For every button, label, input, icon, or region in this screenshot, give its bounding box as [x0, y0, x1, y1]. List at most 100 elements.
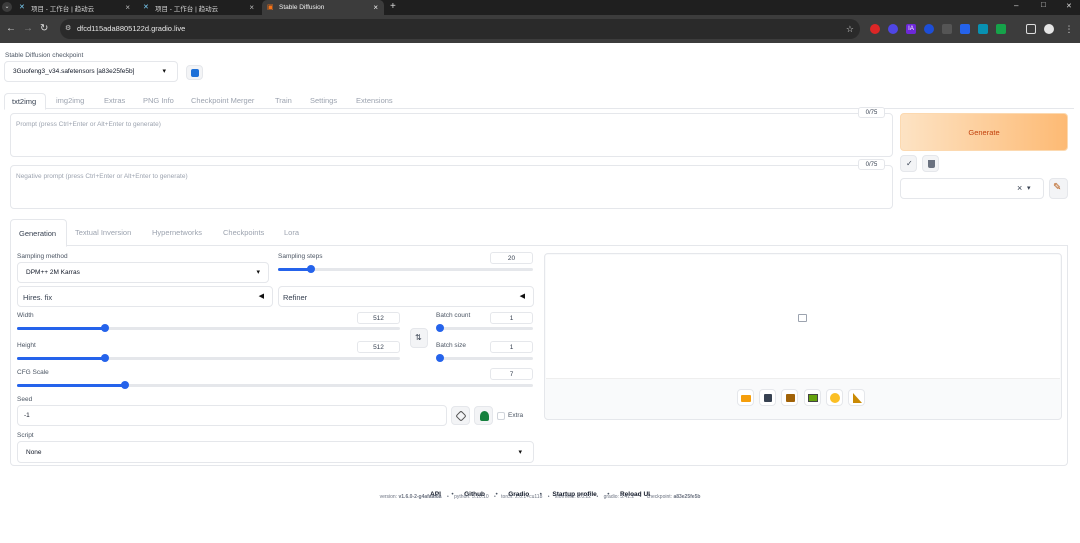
tab-img2img[interactable]: img2img — [56, 96, 84, 105]
tab-extras[interactable]: Extras — [104, 96, 125, 105]
tab-png-info[interactable]: PNG Info — [143, 96, 174, 105]
batch-size-input[interactable]: 1 — [490, 341, 533, 353]
extension-icon-5[interactable] — [942, 24, 952, 34]
extension-icon-4[interactable] — [924, 24, 934, 34]
main-tabs: txt2img img2img Extras PNG Info Checkpoi… — [4, 93, 1074, 110]
tab-search-icon[interactable]: ⌄ — [2, 2, 12, 12]
tab-train[interactable]: Train — [275, 96, 292, 105]
width-slider[interactable] — [17, 324, 400, 332]
send-to-extras-button[interactable] — [848, 389, 865, 406]
extension-icon-2[interactable] — [888, 24, 898, 34]
tab-checkpoint-merger[interactable]: Checkpoint Merger — [191, 96, 254, 105]
save-button[interactable] — [759, 389, 776, 406]
negative-prompt-placeholder: Negative prompt (press Ctrl+Enter or Alt… — [16, 173, 188, 180]
bookmark-star-icon[interactable]: ☆ — [846, 19, 854, 39]
sampling-method-dropdown[interactable]: DPM++ 2M Karras ▾ — [17, 262, 269, 283]
maximize-button[interactable]: □ — [1041, 0, 1046, 9]
recycle-icon — [480, 411, 489, 421]
browser-tab-1[interactable]: ✕ 项目 - 工作台 | 趋动云 × — [14, 0, 136, 15]
prompt-input[interactable]: Prompt (press Ctrl+Enter or Alt+Enter to… — [10, 113, 893, 157]
checkpoint-dropdown[interactable]: 3Guofeng3_v34.safetensors [a83e25fe5b] ▾ — [4, 61, 178, 82]
extension-icon-3[interactable]: IA — [906, 24, 916, 34]
sampling-method-label: Sampling method — [17, 253, 68, 260]
clear-prompt-button[interactable] — [922, 155, 939, 172]
height-slider[interactable] — [17, 354, 400, 362]
triangle-ruler-icon — [853, 393, 862, 403]
sampling-steps-slider[interactable] — [278, 265, 533, 273]
browser-tab-3-active[interactable]: ▣ Stable Diffusion × — [262, 0, 384, 15]
apply-style-button[interactable]: ✓ — [900, 155, 917, 172]
script-dropdown[interactable]: None ▾ — [17, 441, 534, 463]
extensions-puzzle-icon[interactable] — [1002, 24, 1012, 34]
minimize-button[interactable]: – — [1014, 1, 1018, 10]
browser-tab-bar: ⌄ ✕ 项目 - 工作台 | 趋动云 × ✕ 项目 - 工作台 | 趋动云 × … — [0, 0, 1080, 15]
batch-count-slider[interactable] — [436, 324, 533, 332]
site-info-icon[interactable]: ⚙ — [65, 19, 71, 39]
reuse-seed-button[interactable] — [474, 406, 493, 425]
tab-checkpoints[interactable]: Checkpoints — [223, 228, 264, 237]
new-tab-button[interactable]: + — [390, 1, 396, 12]
picture-icon — [808, 394, 818, 402]
extra-seed-label: Extra — [508, 412, 524, 419]
script-label: Script — [17, 432, 34, 439]
tab-title: 项目 - 工作台 | 趋动云 — [155, 5, 219, 13]
menu-kebab-icon[interactable]: ⋮ — [1064, 24, 1074, 34]
close-tab-icon[interactable]: × — [373, 3, 378, 12]
hires-fix-accordion[interactable]: Hires. fix ◀ — [17, 286, 273, 307]
close-window-button[interactable]: ✕ — [1066, 2, 1072, 10]
generate-button[interactable]: Generate — [900, 113, 1068, 151]
send-to-img2img-button[interactable] — [804, 389, 821, 406]
tab-hypernetworks[interactable]: Hypernetworks — [152, 228, 202, 237]
seed-input[interactable]: -1 — [17, 405, 447, 426]
palette-icon — [830, 393, 840, 403]
send-to-inpaint-button[interactable] — [826, 389, 843, 406]
sidebar-toggle-icon[interactable] — [1026, 24, 1036, 34]
prompt-token-counter: 0/75 — [858, 107, 885, 118]
width-input[interactable]: 512 — [357, 312, 400, 324]
forward-arrow-icon[interactable]: → — [23, 23, 33, 34]
extension-icon-6[interactable] — [960, 24, 970, 34]
url-text: dfcd115ada8805122d.gradio.live — [77, 24, 186, 33]
height-input[interactable]: 512 — [357, 341, 400, 353]
swap-arrows-icon: ⇅ — [415, 333, 422, 342]
zip-button[interactable] — [781, 389, 798, 406]
extension-icon-7[interactable] — [978, 24, 988, 34]
edit-styles-button[interactable]: ✎ — [1049, 178, 1068, 199]
refresh-checkpoints-button[interactable] — [186, 65, 203, 80]
app-icon: ✕ — [143, 4, 149, 11]
cfg-scale-slider[interactable] — [17, 381, 533, 389]
tab-txt2img[interactable]: txt2img — [4, 93, 46, 110]
extra-seed-checkbox[interactable] — [497, 412, 505, 420]
close-tab-icon[interactable]: × — [125, 3, 130, 12]
settings-subtabs: Generation Textual Inversion Hypernetwor… — [10, 219, 1068, 247]
tab-textual-inversion[interactable]: Textual Inversion — [75, 228, 131, 237]
tab-generation[interactable]: Generation — [10, 219, 67, 247]
tab-lora[interactable]: Lora — [284, 228, 299, 237]
profile-avatar-icon[interactable] — [1044, 24, 1054, 34]
app-icon: ✕ — [19, 4, 25, 11]
styles-dropdown[interactable]: × ▾ — [900, 178, 1044, 199]
cfg-scale-input[interactable]: 7 — [490, 368, 533, 380]
clear-selection-icon[interactable]: × — [1017, 183, 1022, 193]
negative-prompt-input[interactable]: Negative prompt (press Ctrl+Enter or Alt… — [10, 165, 893, 209]
batch-size-slider[interactable] — [436, 354, 533, 362]
refiner-accordion[interactable]: Refiner ◀ — [278, 286, 534, 307]
close-tab-icon[interactable]: × — [249, 3, 254, 12]
sampling-steps-input[interactable]: 20 — [490, 252, 533, 264]
swap-dimensions-button[interactable]: ⇅ — [410, 328, 428, 348]
back-arrow-icon[interactable]: ← — [6, 23, 16, 34]
trash-icon — [928, 160, 935, 168]
batch-count-input[interactable]: 1 — [490, 312, 533, 324]
open-folder-button[interactable] — [737, 389, 754, 406]
reload-icon[interactable]: ↻ — [40, 23, 48, 34]
image-placeholder-icon — [798, 314, 807, 322]
chevron-down-icon: ▾ — [518, 449, 522, 456]
browser-tab-2[interactable]: ✕ 项目 - 工作台 | 趋动云 × — [138, 0, 260, 15]
tab-extensions[interactable]: Extensions — [356, 96, 393, 105]
tab-settings[interactable]: Settings — [310, 96, 337, 105]
address-bar[interactable]: ⚙ dfcd115ada8805122d.gradio.live ☆ — [60, 19, 860, 39]
slider-thumb[interactable] — [436, 354, 444, 362]
slider-thumb[interactable] — [436, 324, 444, 332]
random-seed-button[interactable] — [451, 406, 470, 425]
extension-icon-1[interactable] — [870, 24, 880, 34]
